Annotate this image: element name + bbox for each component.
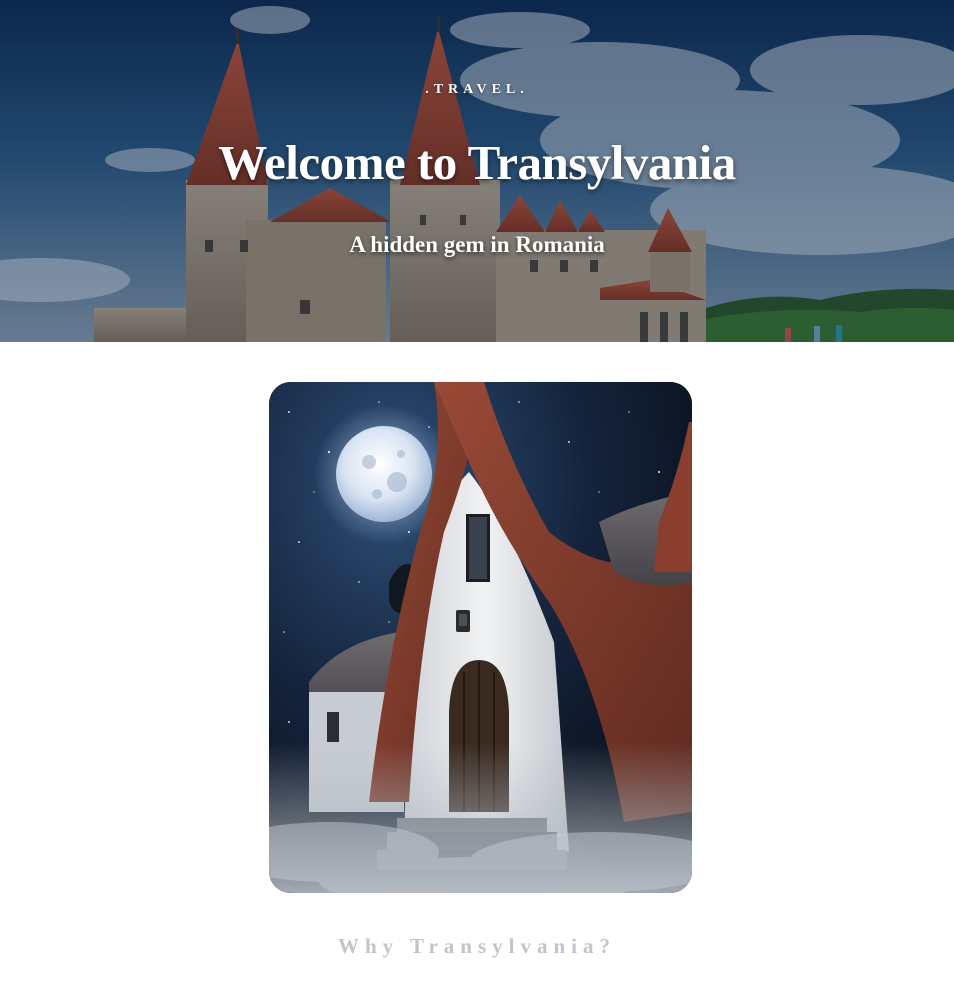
hero-kicker: .TRAVEL. — [425, 82, 529, 97]
hero-banner: .TRAVEL. Welcome to Transylvania A hidde… — [0, 0, 954, 342]
hero-text-block: .TRAVEL. Welcome to Transylvania A hidde… — [0, 0, 954, 342]
hero-title: Welcome to Transylvania — [218, 135, 736, 190]
feature-image — [269, 382, 692, 893]
hero-subtitle: A hidden gem in Romania — [349, 232, 605, 257]
section-heading: Why Transylvania? — [337, 934, 617, 958]
clay-castle-night-image — [269, 382, 692, 893]
